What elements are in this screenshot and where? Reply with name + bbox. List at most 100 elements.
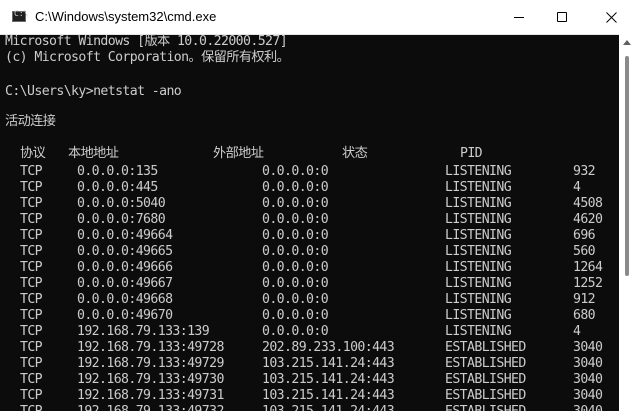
row-state: LISTENING <box>445 324 512 339</box>
row-pid: 4 <box>573 180 581 195</box>
maximize-button[interactable] <box>540 0 586 34</box>
row-foreign: 0.0.0.0:0 <box>262 164 329 179</box>
vertical-scrollbar[interactable] <box>619 34 635 411</box>
row-local: 0.0.0.0:445 <box>77 180 158 195</box>
row-pid: 932 <box>573 164 596 179</box>
row-local: 0.0.0.0:49668 <box>77 292 173 307</box>
row-pid: 3040 <box>573 356 603 371</box>
row-state: LISTENING <box>445 292 512 307</box>
row-local: 192.168.79.133:49732 <box>77 404 224 411</box>
close-button[interactable] <box>589 0 635 34</box>
command-prompt: C:\Users\ky>netstat -ano <box>5 84 182 99</box>
row-foreign: 0.0.0.0:0 <box>262 180 329 195</box>
header-foreign: 外部地址 <box>213 146 264 161</box>
row-local: 0.0.0.0:135 <box>77 164 158 179</box>
row-pid: 680 <box>573 308 596 323</box>
header-pid: PID <box>460 146 483 161</box>
row-proto: TCP <box>20 180 43 195</box>
title-bar[interactable]: C:\ C:\Windows\system32\cmd.exe <box>0 0 635 35</box>
row-state: ESTABLISHED <box>445 372 526 387</box>
row-foreign: 202.89.233.100:443 <box>262 340 395 355</box>
cmd-icon[interactable]: C:\ <box>12 9 28 22</box>
scroll-up-icon[interactable] <box>623 40 631 45</box>
row-local: 192.168.79.133:139 <box>77 324 210 339</box>
row-foreign: 0.0.0.0:0 <box>262 212 329 227</box>
row-local: 192.168.79.133:49731 <box>77 388 224 403</box>
row-local: 192.168.79.133:49728 <box>77 340 224 355</box>
row-foreign: 0.0.0.0:0 <box>262 324 329 339</box>
row-proto: TCP <box>20 228 43 243</box>
row-pid: 3040 <box>573 388 603 403</box>
row-foreign: 103.215.141.24:443 <box>262 404 395 411</box>
row-pid: 4 <box>573 324 581 339</box>
row-state: LISTENING <box>445 212 512 227</box>
row-proto: TCP <box>20 196 43 211</box>
row-proto: TCP <box>20 340 43 355</box>
console-output[interactable]: Microsoft Windows [版本 10.0.22000.527] (c… <box>0 34 619 411</box>
row-local: 0.0.0.0:7680 <box>77 212 166 227</box>
window-title: C:\Windows\system32\cmd.exe <box>35 9 217 24</box>
row-proto: TCP <box>20 260 43 275</box>
minimize-button[interactable] <box>497 0 543 34</box>
row-foreign: 0.0.0.0:0 <box>262 244 329 259</box>
header-local: 本地地址 <box>68 146 119 161</box>
row-proto: TCP <box>20 404 43 411</box>
row-local: 192.168.79.133:49730 <box>77 372 224 387</box>
row-proto: TCP <box>20 244 43 259</box>
row-pid: 912 <box>573 292 596 307</box>
row-pid: 696 <box>573 228 596 243</box>
row-local: 0.0.0.0:49664 <box>77 228 173 243</box>
row-state: LISTENING <box>445 276 512 291</box>
row-state: LISTENING <box>445 228 512 243</box>
row-state: ESTABLISHED <box>445 356 526 371</box>
row-local: 0.0.0.0:49665 <box>77 244 173 259</box>
row-local: 192.168.79.133:49729 <box>77 356 224 371</box>
row-foreign: 0.0.0.0:0 <box>262 276 329 291</box>
row-state: ESTABLISHED <box>445 388 526 403</box>
row-foreign: 103.215.141.24:443 <box>262 356 395 371</box>
header-proto: 协议 <box>20 146 46 161</box>
row-proto: TCP <box>20 388 43 403</box>
minimize-icon <box>514 17 524 18</box>
row-foreign: 0.0.0.0:0 <box>262 228 329 243</box>
scroll-thumb[interactable] <box>625 56 629 276</box>
row-proto: TCP <box>20 276 43 291</box>
row-state: LISTENING <box>445 196 512 211</box>
row-pid: 560 <box>573 244 596 259</box>
row-foreign: 103.215.141.24:443 <box>262 388 395 403</box>
row-pid: 1264 <box>573 260 603 275</box>
cmd-window: C:\ C:\Windows\system32\cmd.exe Microsof… <box>0 0 635 411</box>
row-state: LISTENING <box>445 244 512 259</box>
section-title: 活动连接 <box>5 114 56 129</box>
row-state: ESTABLISHED <box>445 340 526 355</box>
row-pid: 3040 <box>573 404 603 411</box>
row-state: LISTENING <box>445 180 512 195</box>
row-pid: 3040 <box>573 340 603 355</box>
row-state: LISTENING <box>445 164 512 179</box>
row-foreign: 0.0.0.0:0 <box>262 292 329 307</box>
row-state: LISTENING <box>445 260 512 275</box>
row-foreign: 0.0.0.0:0 <box>262 260 329 275</box>
row-proto: TCP <box>20 164 43 179</box>
row-proto: TCP <box>20 212 43 227</box>
row-foreign: 0.0.0.0:0 <box>262 308 329 323</box>
maximize-icon <box>557 12 567 22</box>
row-proto: TCP <box>20 292 43 307</box>
row-foreign: 0.0.0.0:0 <box>262 196 329 211</box>
header-state: 状态 <box>342 146 368 161</box>
banner-copyright: (c) Microsoft Corporation。保留所有权利。 <box>5 50 290 65</box>
row-pid: 4508 <box>573 196 603 211</box>
row-pid: 1252 <box>573 276 603 291</box>
close-icon <box>606 12 617 23</box>
row-proto: TCP <box>20 372 43 387</box>
row-local: 0.0.0.0:5040 <box>77 196 166 211</box>
row-state: ESTABLISHED <box>445 404 526 411</box>
row-foreign: 103.215.141.24:443 <box>262 372 395 387</box>
row-state: LISTENING <box>445 308 512 323</box>
banner-version: Microsoft Windows [版本 10.0.22000.527] <box>5 34 288 49</box>
row-proto: TCP <box>20 308 43 323</box>
row-pid: 3040 <box>573 372 603 387</box>
row-proto: TCP <box>20 324 43 339</box>
row-local: 0.0.0.0:49666 <box>77 260 173 275</box>
row-local: 0.0.0.0:49670 <box>77 308 173 323</box>
